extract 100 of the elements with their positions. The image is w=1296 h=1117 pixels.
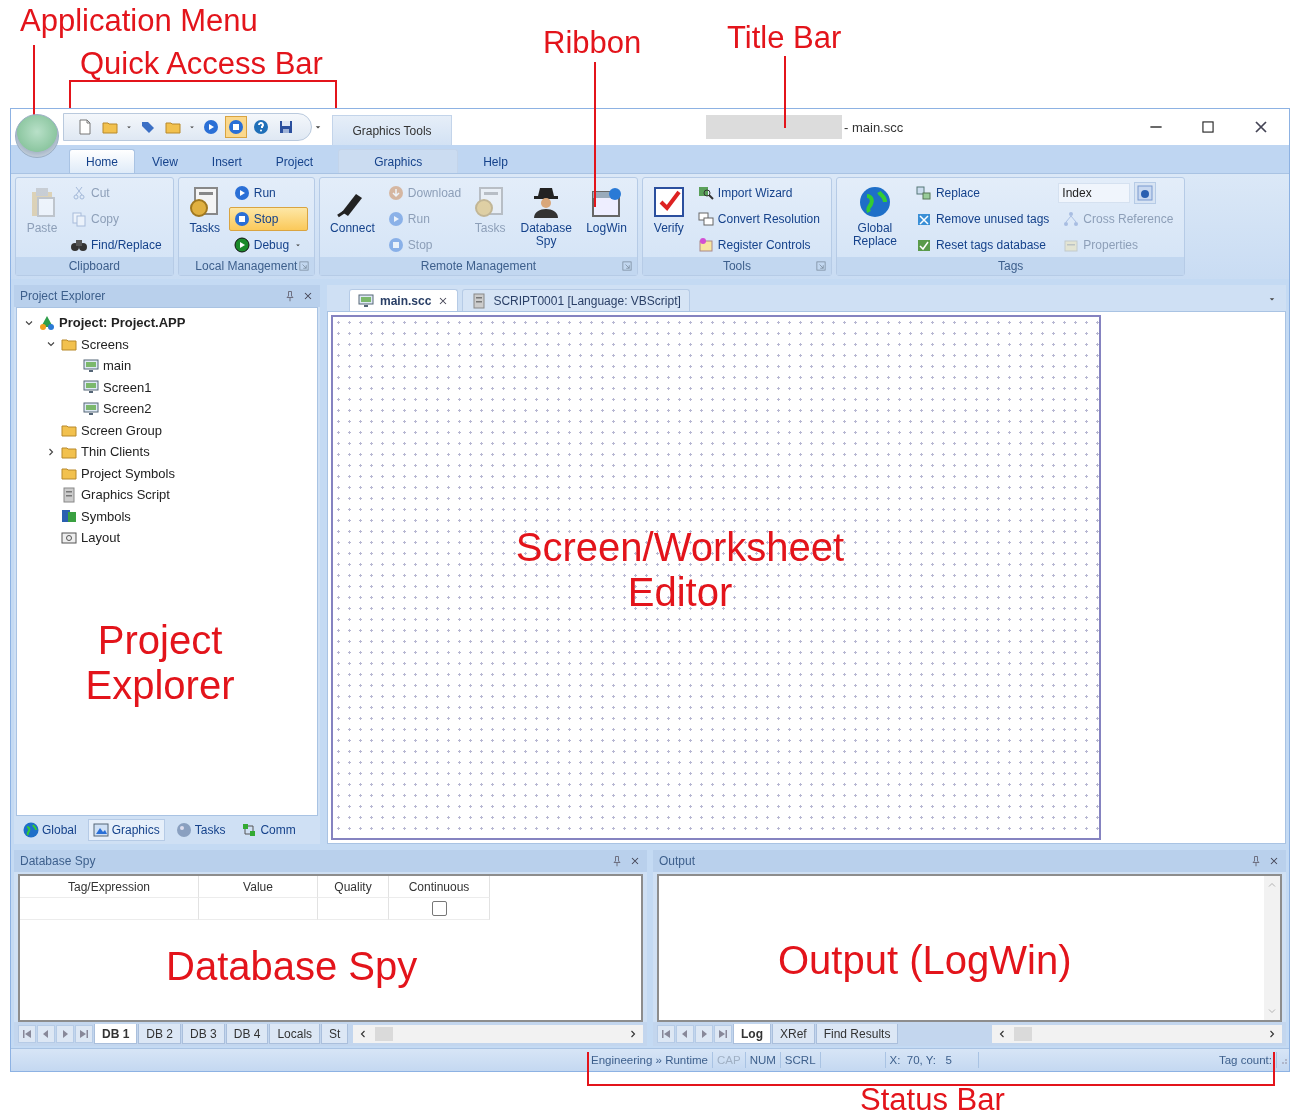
ribbon-button[interactable]: Convert Resolution	[692, 207, 825, 231]
button-label: Global Replace	[851, 222, 898, 249]
ribbon-tab[interactable]: View	[135, 149, 195, 173]
tree-item[interactable]: Screen Group	[45, 419, 162, 441]
checkbox[interactable]	[431, 901, 447, 916]
ribbon-button[interactable]: Replace	[910, 181, 1055, 206]
sheet-tab[interactable]: XRef	[772, 1024, 815, 1044]
pin-icon[interactable]	[611, 855, 623, 867]
close-icon[interactable]	[1268, 855, 1280, 867]
tree-item[interactable]: Project Symbols	[45, 462, 175, 484]
ribbon-tab[interactable]: Project	[258, 149, 331, 173]
dialog-launcher-icon[interactable]	[298, 260, 311, 272]
index-field[interactable]: Index	[1058, 183, 1131, 204]
explorer-tab[interactable]: Global	[18, 819, 82, 841]
column-header[interactable]: Tag/Expression	[20, 876, 199, 898]
sheet-tab[interactable]: DB 2	[138, 1024, 182, 1044]
tree-item[interactable]: Project: Project.APP	[23, 312, 186, 334]
ribbon-tab[interactable]: Insert	[194, 149, 259, 173]
ribbon-button[interactable]: Find/Replace	[66, 232, 167, 257]
register-icon	[697, 236, 714, 253]
ribbon-button[interactable]: Run	[228, 181, 309, 206]
application-menu-button[interactable]	[15, 114, 59, 158]
group-label: Tags	[997, 259, 1024, 273]
first-icon[interactable]	[18, 1025, 36, 1043]
ribbon-button[interactable]: Connect	[326, 181, 379, 241]
ribbon-button[interactable]: Remove unused tags	[910, 207, 1055, 231]
monitor-icon	[358, 292, 374, 309]
windows-icon	[697, 211, 714, 227]
folder-icon	[61, 422, 77, 439]
ribbon-button[interactable]: Global Replace	[842, 181, 907, 254]
group-label: Tools	[722, 259, 751, 273]
panel-title: Project Explorer	[20, 289, 106, 303]
ribbon-button[interactable]: Debug	[228, 232, 309, 257]
column-header[interactable]: Continuous	[389, 876, 490, 898]
ribbon-button[interactable]: Reset tags database	[910, 232, 1055, 257]
tree-item[interactable]: Graphics Script	[45, 484, 170, 506]
ribbon-button[interactable]: Register Controls	[692, 232, 825, 257]
column-header[interactable]: Value	[199, 876, 318, 898]
explorer-tab[interactable]: Graphics	[87, 819, 165, 841]
ribbon-tab[interactable]: Help	[466, 149, 525, 173]
ribbon-button[interactable]: LogWin	[582, 181, 631, 241]
layout-icon	[61, 529, 77, 546]
next-icon[interactable]	[56, 1025, 74, 1043]
toolbar-button[interactable]	[225, 116, 247, 138]
horizontal-scrollbar[interactable]	[992, 1025, 1282, 1043]
ribbon-tab[interactable]: Graphics	[338, 149, 459, 173]
tree-item[interactable]: Thin Clients	[45, 441, 150, 463]
sheet-tab[interactable]: Locals	[269, 1024, 321, 1044]
ribbon-button[interactable]: Tasks	[184, 181, 225, 241]
group-label: Local Management	[195, 259, 298, 273]
explorer-tab[interactable]: Comm	[236, 819, 301, 841]
folder-icon	[102, 119, 118, 135]
ribbon-button[interactable]: Database Spy	[514, 181, 579, 254]
last-icon[interactable]	[75, 1025, 93, 1043]
pin-icon[interactable]	[284, 290, 296, 302]
explorer-tab[interactable]: Tasks	[170, 819, 231, 841]
sheet-tab[interactable]: Find Results	[815, 1024, 899, 1044]
document-tab[interactable]: SCRIPT0001 [Language: VBScript]	[462, 289, 690, 311]
document-tab[interactable]: main.scc	[349, 289, 459, 311]
tree-item[interactable]: Screen1	[67, 376, 152, 398]
ribbon-button[interactable]: Verify	[648, 181, 689, 241]
maximize-icon[interactable]	[1199, 118, 1217, 136]
editor-canvas[interactable]	[331, 315, 1101, 840]
tree-item[interactable]: Screen2	[67, 398, 152, 420]
scroll-thumb[interactable]	[1014, 1027, 1032, 1041]
button-label: Properties	[1083, 237, 1139, 252]
folder-icon	[61, 336, 77, 353]
callout-label: Application Menu	[20, 4, 258, 39]
tree-item[interactable]: main	[67, 355, 132, 377]
ribbon-button[interactable]: Import Wizard	[692, 181, 825, 206]
sheet-tab[interactable]: DB 3	[182, 1024, 225, 1044]
sheet-tab[interactable]: DB 4	[225, 1024, 269, 1044]
sheet-tab[interactable]: St	[321, 1024, 349, 1044]
replace-icon	[915, 185, 932, 202]
previous-icon[interactable]	[676, 1025, 694, 1043]
dialog-launcher-icon[interactable]	[620, 260, 633, 272]
button-label: Debug	[253, 237, 290, 252]
column-header[interactable]: Quality	[318, 876, 389, 898]
sheet-tab[interactable]: DB 1	[94, 1024, 138, 1044]
scroll-thumb[interactable]	[375, 1027, 393, 1041]
tree-item[interactable]: Layout	[45, 527, 121, 549]
tree-item[interactable]: Screens	[45, 333, 129, 355]
close-icon[interactable]	[302, 290, 314, 302]
vertical-scrollbar[interactable]	[1264, 876, 1280, 1020]
button-label: Database Spy	[519, 222, 573, 249]
close-icon[interactable]	[629, 855, 641, 867]
pin-icon[interactable]	[1250, 855, 1262, 867]
tree-item[interactable]: Symbols	[45, 505, 131, 527]
sheet-tab[interactable]: Log	[733, 1024, 771, 1044]
ribbon-button[interactable]: Stop	[228, 207, 309, 231]
dialog-launcher-icon[interactable]	[814, 260, 827, 272]
horizontal-scrollbar[interactable]	[353, 1025, 643, 1043]
ribbon-tab[interactable]: Home	[69, 149, 135, 173]
next-icon[interactable]	[695, 1025, 713, 1043]
browse-button[interactable]	[1134, 182, 1157, 205]
document-gear-icon	[188, 186, 221, 218]
previous-icon[interactable]	[37, 1025, 55, 1043]
last-icon[interactable]	[714, 1025, 732, 1043]
first-icon[interactable]	[657, 1025, 675, 1043]
key-indicator: NUM	[745, 1052, 781, 1068]
